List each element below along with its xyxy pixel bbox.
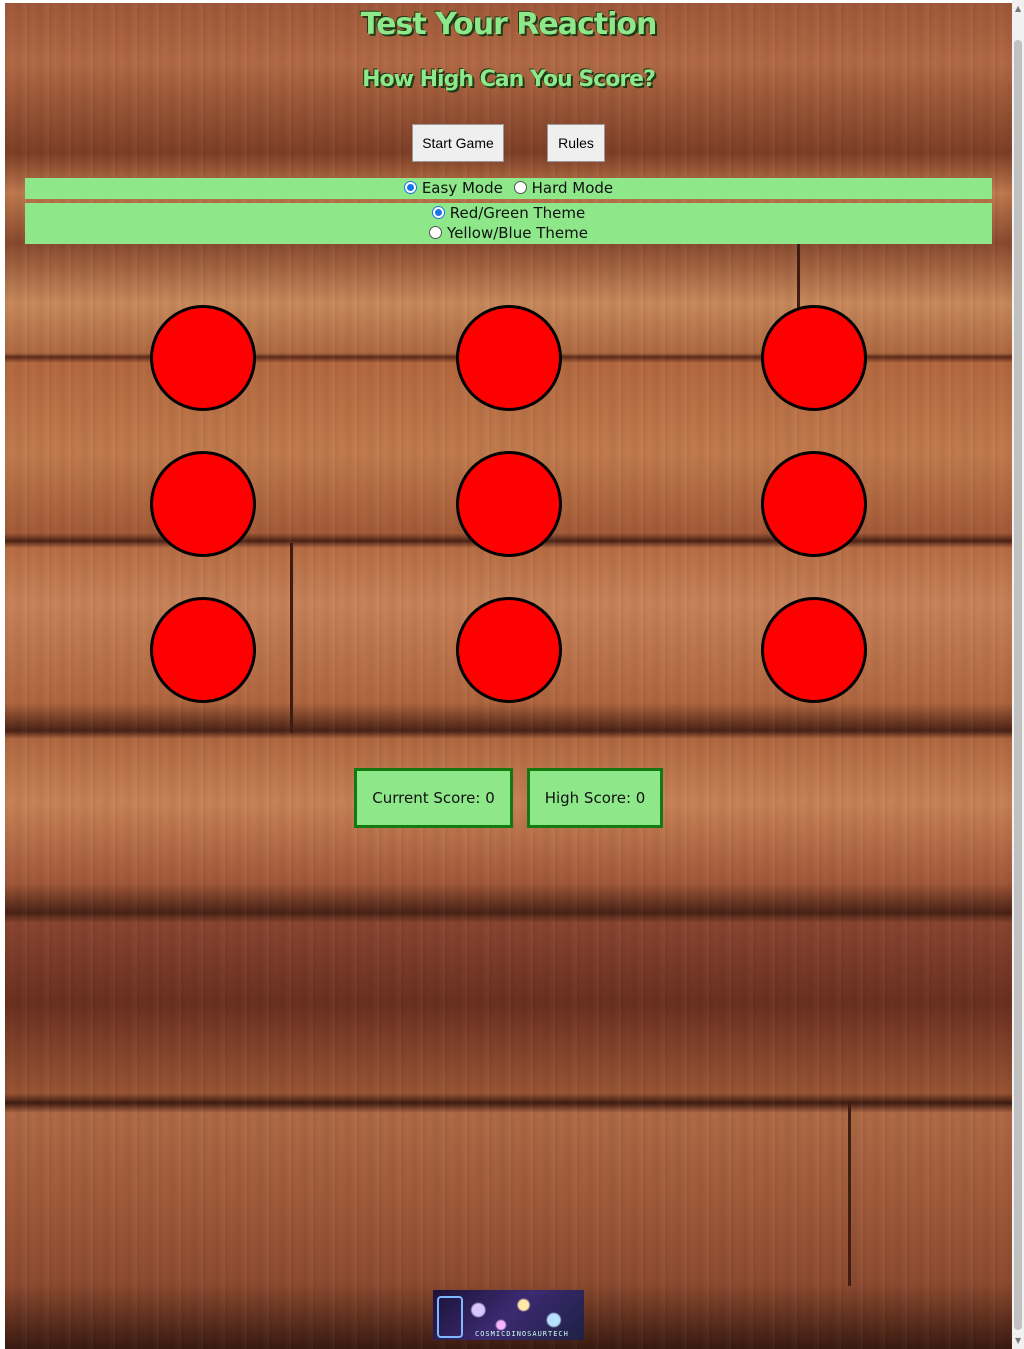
red-green-theme-radio[interactable]	[431, 206, 445, 219]
red-green-theme-label: Red/Green Theme	[449, 204, 586, 222]
easy-mode-label: Easy Mode	[421, 179, 503, 197]
rules-button[interactable]: Rules	[547, 124, 605, 162]
yellow-blue-theme-label: Yellow/Blue Theme	[447, 224, 588, 242]
theme-selector: Red/Green Theme Yellow/Blue Theme	[25, 203, 992, 244]
hard-mode-option[interactable]: Hard Mode	[513, 179, 614, 197]
target-circle[interactable]	[456, 305, 562, 411]
target-circle[interactable]	[761, 305, 867, 411]
yellow-blue-theme-radio[interactable]	[429, 226, 443, 239]
target-circle[interactable]	[150, 597, 256, 703]
page-subtitle: How High Can You Score?	[362, 67, 656, 92]
hard-mode-radio[interactable]	[513, 181, 527, 194]
scroll-up-icon[interactable]: ▲	[1015, 4, 1021, 13]
yellow-blue-theme-option[interactable]: Yellow/Blue Theme	[25, 223, 992, 243]
scroll-down-icon[interactable]: ▼	[1015, 1336, 1021, 1345]
vertical-scrollbar[interactable]: ▲ ▼	[1012, 0, 1024, 1349]
easy-mode-radio[interactable]	[403, 181, 417, 194]
logo-mark-icon	[437, 1296, 463, 1338]
current-score: Current Score: 0	[354, 768, 513, 828]
easy-mode-option[interactable]: Easy Mode	[403, 179, 503, 197]
game-page: Test Your Reaction How High Can You Scor…	[5, 3, 1012, 1349]
target-circle[interactable]	[150, 451, 256, 557]
target-circle[interactable]	[761, 451, 867, 557]
plank-seam	[848, 1101, 851, 1286]
red-green-theme-option[interactable]: Red/Green Theme	[25, 203, 992, 223]
scrollbar-thumb[interactable]	[1014, 40, 1022, 1330]
target-circle[interactable]	[456, 597, 562, 703]
target-circle[interactable]	[761, 597, 867, 703]
page-title: Test Your Reaction	[360, 7, 658, 42]
plank-seam	[290, 543, 293, 733]
target-circle[interactable]	[456, 451, 562, 557]
mode-selector: Easy Mode Hard Mode	[25, 178, 992, 199]
hard-mode-label: Hard Mode	[531, 179, 614, 197]
logo-text: COSMICDINOSAURTECH	[475, 1330, 569, 1338]
start-game-button[interactable]: Start Game	[412, 124, 504, 162]
target-circle[interactable]	[150, 305, 256, 411]
footer-logo[interactable]: COSMICDINOSAURTECH	[433, 1290, 584, 1340]
high-score: High Score: 0	[527, 768, 663, 828]
